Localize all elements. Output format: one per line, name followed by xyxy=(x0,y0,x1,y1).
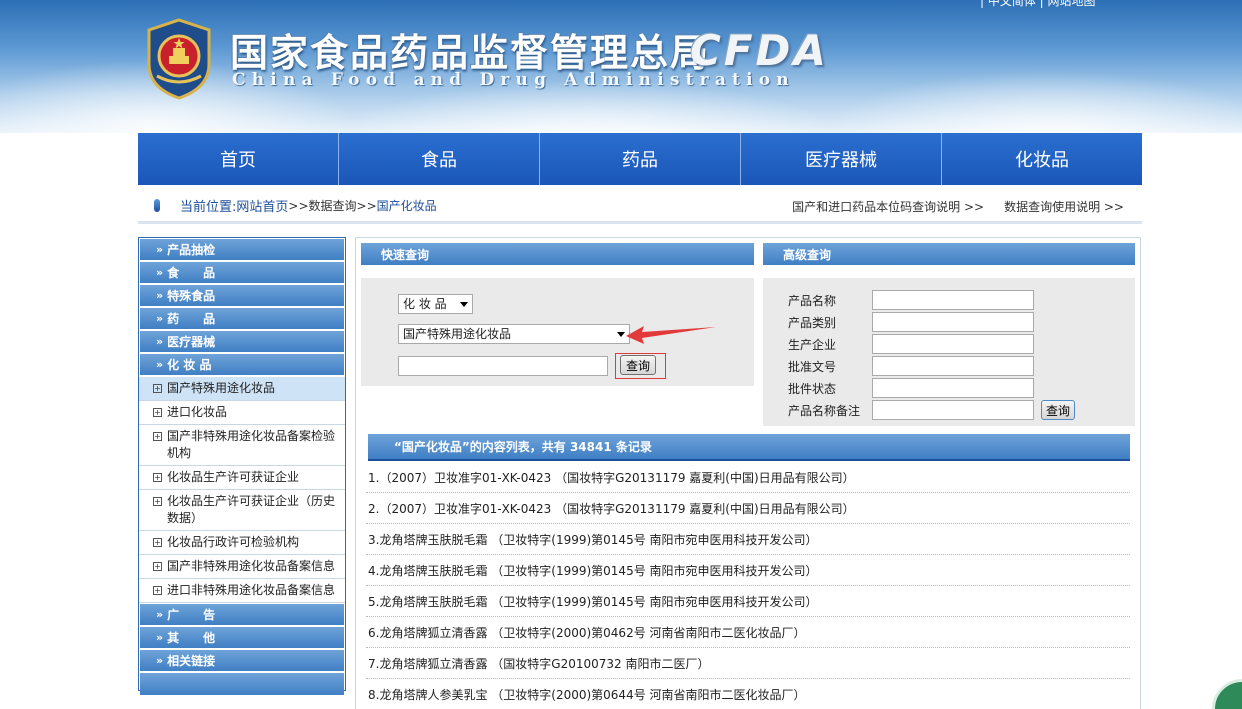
dropdown-caret-icon xyxy=(617,332,625,337)
approval-number-input[interactable] xyxy=(872,356,1034,376)
breadcrumb: 当前位置: 网站首页 >> 数据查询 >> 国产化妆品 国产和进口药品本位码查询… xyxy=(138,190,1142,224)
dropdown-caret-icon xyxy=(460,302,468,307)
advanced-search-button[interactable]: 查询 xyxy=(1041,400,1075,420)
top-links[interactable]: | 中文简体 | 网站地图 xyxy=(980,0,1096,9)
sidebar-cat-other[interactable]: » 其 他 xyxy=(140,627,344,649)
product-name-input[interactable] xyxy=(872,290,1034,310)
sidebar-cat-product-sampling[interactable]: » 产品抽检 xyxy=(140,239,344,261)
expand-plus-icon: + xyxy=(153,586,162,595)
breadcrumb-item-current: 国产化妆品 xyxy=(376,199,437,213)
expand-plus-icon: + xyxy=(153,384,162,393)
field-label-product-name-remark: 产品名称备注 xyxy=(788,404,861,418)
quick-search-header: 快速查询 xyxy=(361,243,754,265)
site-title: 国家食品药品监督管理总局 xyxy=(230,30,711,75)
sidebar-item-domestic-filing-info[interactable]: + 国产非特殊用途化妆品备案信息 xyxy=(139,555,345,579)
sidebar-cat-medical-devices[interactable]: » 医疗器械 xyxy=(140,331,344,353)
sidebar-item-imported-filing-info[interactable]: + 进口非特殊用途化妆品备案信息 xyxy=(139,579,345,603)
expand-plus-icon: + xyxy=(153,562,162,571)
field-label-product-category: 产品类别 xyxy=(788,316,837,330)
corner-badge-icon xyxy=(1212,679,1242,709)
sidebar-item-inspection-agencies[interactable]: + 国产非特殊用途化妆品备案检验机构 xyxy=(139,425,345,466)
breadcrumb-label: 当前位置: xyxy=(180,200,237,215)
main-nav: 首页 食品 药品 医疗器械 化妆品 xyxy=(138,133,1142,185)
breadcrumb-separator: >> xyxy=(356,198,377,213)
product-name-remark-input[interactable] xyxy=(872,400,1034,420)
result-item[interactable]: 8.龙角塔牌人参美乳宝 （卫妆特字(2000)第0644号 河南省南阳市二医化妆… xyxy=(366,679,1130,709)
double-chevron-icon: » xyxy=(156,358,164,371)
results-header: “国产化妆品”的内容列表，共有 34841 条记录 xyxy=(368,434,1130,461)
nav-medical-devices[interactable]: 医疗器械 xyxy=(741,133,942,185)
result-item[interactable]: 5.龙角塔牌玉肤脱毛霜 （卫妆特字(1999)第0145号 南阳市宛申医用科技开… xyxy=(366,586,1130,617)
nav-home[interactable]: 首页 xyxy=(138,133,339,185)
sidebar-cat-drugs[interactable]: » 药 品 xyxy=(140,308,344,330)
nav-drugs[interactable]: 药品 xyxy=(540,133,741,185)
advanced-search-header: 高级查询 xyxy=(763,243,1135,265)
breadcrumb-home-link[interactable]: 网站首页 xyxy=(236,196,288,215)
result-item[interactable]: 7.龙角塔牌狐立清香露 （国妆特字G20100732 南阳市二医厂） xyxy=(366,648,1130,679)
sidebar-cat-food[interactable]: » 食 品 xyxy=(140,262,344,284)
sidebar-cat-related-links[interactable]: » 相关链接 xyxy=(140,650,344,672)
double-chevron-icon: » xyxy=(156,631,164,644)
product-category-input[interactable] xyxy=(872,312,1034,332)
field-label-approval-number: 批准文号 xyxy=(788,360,837,374)
sidebar-cat-ads[interactable]: » 广 告 xyxy=(140,604,344,626)
double-chevron-icon: » xyxy=(156,608,164,621)
query-help-link[interactable]: 数据查询使用说明 >> xyxy=(1004,198,1124,215)
category-select[interactable]: 化 妆 品 xyxy=(398,294,473,314)
expand-plus-icon: + xyxy=(153,497,162,506)
approval-status-input[interactable] xyxy=(872,378,1034,398)
sidebar: » 产品抽检 » 食 品 » 特殊食品 » 药 品 » 医疗器械 » 化 妆 品 + 国产特殊… xyxy=(138,237,346,695)
main-panel: 快速查询 化 妆 品 国产特殊用途化妆品 查询 高级查询 产品名称 产品类别 生… xyxy=(355,237,1141,709)
sidebar-item-domestic-special-cosmetics[interactable]: + 国产特殊用途化妆品 xyxy=(139,377,345,401)
advanced-search-panel: 产品名称 产品类别 生产企业 批准文号 批件状态 产品名称备注 查询 xyxy=(763,278,1135,426)
expand-plus-icon: + xyxy=(153,538,162,547)
double-chevron-icon: » xyxy=(156,266,164,279)
manufacturer-input[interactable] xyxy=(872,334,1034,354)
drug-code-help-link[interactable]: 国产和进口药品本位码查询说明 >> xyxy=(792,198,984,215)
result-item[interactable]: 2.（2007）卫妆准字01-XK-0423 （国妆特字G20131179 嘉夏… xyxy=(366,493,1130,524)
expand-plus-icon: + xyxy=(153,432,162,441)
double-chevron-icon: » xyxy=(156,654,164,667)
result-item[interactable]: 4.龙角塔牌玉肤脱毛霜 （卫妆特字(1999)第0145号 南阳市宛申医用科技开… xyxy=(366,555,1130,586)
sidebar-item-admin-license-agencies[interactable]: + 化妆品行政许可检验机构 xyxy=(139,531,345,555)
double-chevron-icon: » xyxy=(156,312,164,325)
sidebar-cat-special-food[interactable]: » 特殊食品 xyxy=(140,285,344,307)
sidebar-item-imported-cosmetics[interactable]: + 进口化妆品 xyxy=(139,401,345,425)
sidebar-item-licensed-manufacturers[interactable]: + 化妆品生产许可获证企业 xyxy=(139,466,345,490)
national-emblem-icon xyxy=(147,18,211,100)
subcategory-select[interactable]: 国产特殊用途化妆品 xyxy=(398,324,630,344)
double-chevron-icon: » xyxy=(156,243,164,256)
sidebar-cat-cosmetics[interactable]: » 化 妆 品 xyxy=(140,354,344,376)
quick-search-input[interactable] xyxy=(398,356,608,376)
breadcrumb-item-data-query[interactable]: 数据查询 xyxy=(309,197,357,214)
result-item[interactable]: 1.（2007）卫妆准字01-XK-0423 （国妆特字G20131179 嘉夏… xyxy=(366,462,1130,493)
breadcrumb-separator: >> xyxy=(288,198,309,213)
header-banner: 国家食品药品监督管理总局 China Food and Drug Adminis… xyxy=(0,0,1242,133)
sidebar-footer-bar xyxy=(140,673,344,695)
location-pin-icon xyxy=(154,199,160,212)
result-item[interactable]: 6.龙角塔牌狐立清香露 （卫妆特字(2000)第0462号 河南省南阳市二医化妆… xyxy=(366,617,1130,648)
cfda-logo: CFDA xyxy=(690,26,829,75)
nav-cosmetics[interactable]: 化妆品 xyxy=(942,133,1142,185)
expand-plus-icon: + xyxy=(153,408,162,417)
field-label-manufacturer: 生产企业 xyxy=(788,338,837,352)
quick-search-button[interactable]: 查询 xyxy=(620,355,656,375)
result-item[interactable]: 3.龙角塔牌玉肤脱毛霜 （卫妆特字(1999)第0145号 南阳市宛申医用科技开… xyxy=(366,524,1130,555)
annotation-arrow-icon xyxy=(626,326,716,344)
field-label-product-name: 产品名称 xyxy=(788,294,837,308)
cloud-decoration xyxy=(820,70,1242,133)
nav-food[interactable]: 食品 xyxy=(339,133,540,185)
double-chevron-icon: » xyxy=(156,335,164,348)
sidebar-item-licensed-manufacturers-history[interactable]: + 化妆品生产许可获证企业（历史数据） xyxy=(139,490,345,531)
expand-plus-icon: + xyxy=(153,473,162,482)
field-label-approval-status: 批件状态 xyxy=(788,382,837,396)
double-chevron-icon: » xyxy=(156,289,164,302)
